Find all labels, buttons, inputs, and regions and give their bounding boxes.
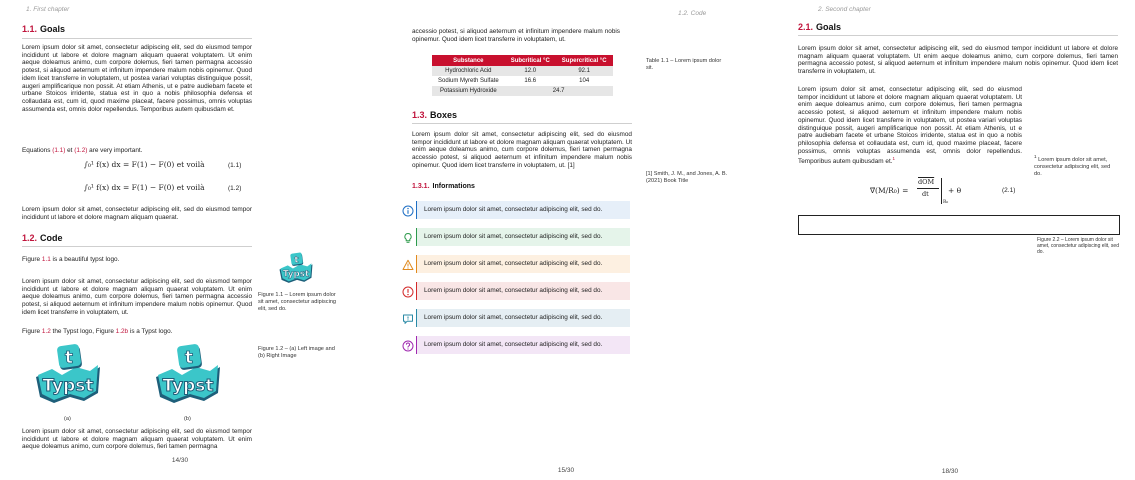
svg-text:t: t bbox=[65, 348, 73, 368]
running-header: 2. Second chapter bbox=[818, 6, 871, 13]
equation-frac-top: dOM bbox=[918, 178, 935, 186]
eq-ref-link[interactable]: (1.1) bbox=[52, 147, 65, 154]
equation-lhs: ∇⃗(M/R₀) = bbox=[870, 186, 909, 195]
svg-text:Typst: Typst bbox=[283, 270, 309, 280]
page-number: 15/30 bbox=[557, 467, 575, 474]
page-18: 2. Second chapter 2.1. Goals Lorem ipsum … bbox=[760, 0, 1135, 480]
equation-subscript: R₀ bbox=[943, 200, 949, 205]
equation-1: ∫₀¹ f(x) dx = F(1) − F(0) et voilà bbox=[84, 160, 205, 169]
callout-text: Lorem ipsum dolor sit amet, consectetur … bbox=[424, 233, 603, 240]
section-number: 1.1. bbox=[22, 24, 38, 34]
equation-number: (1.2) bbox=[228, 185, 242, 192]
callout-text: Lorem ipsum dolor sit amet, consectetur … bbox=[424, 341, 603, 348]
comment-icon bbox=[402, 312, 414, 324]
figure-intro: Figure 1.1 is a beautiful typst logo. bbox=[22, 256, 120, 263]
svg-text:Typst: Typst bbox=[162, 376, 213, 396]
svg-text:t: t bbox=[294, 255, 298, 265]
lightbulb-icon bbox=[402, 231, 414, 243]
warning-icon bbox=[402, 258, 414, 270]
error-icon bbox=[402, 285, 414, 298]
page-number: 18/30 bbox=[941, 468, 959, 475]
callout-box: Lorem ipsum dolor sit amet, consectetur … bbox=[402, 336, 630, 354]
equation-number: (1.1) bbox=[228, 162, 242, 169]
section-title: Goals bbox=[40, 24, 66, 34]
running-header: 1.2. Code bbox=[678, 10, 707, 17]
page-14: 1. First chapter 1.1. Goals Lorem ipsum d… bbox=[0, 0, 375, 480]
section-heading-boxes: 1.3. Boxes bbox=[412, 110, 458, 120]
info-icon bbox=[402, 204, 414, 217]
paragraph: Lorem ipsum dolor sit amet, consectetur … bbox=[798, 86, 1022, 166]
table-header: Subcritical °C bbox=[504, 55, 556, 66]
figure-intro-2: Figure 1.2 the Typst logo, Figure 1.2b i… bbox=[22, 328, 173, 335]
table-caption: Table 1.1 – Lorem ipsum dolor sit. bbox=[646, 58, 722, 71]
paragraph: Lorem ipsum dolor sit amet, consectetur … bbox=[22, 44, 252, 113]
equation-2: ∫₀¹ f(x) dx = F(1) − F(0) et voilà bbox=[84, 183, 205, 192]
subfigure-label: (a) bbox=[64, 416, 71, 422]
svg-text:Typst: Typst bbox=[42, 376, 93, 396]
equations-intro: Equations (1.1) et (1.2) are very import… bbox=[22, 147, 143, 154]
typst-logo-image: t Typst bbox=[32, 343, 104, 409]
equation-number: (2.1) bbox=[1002, 187, 1016, 194]
figure-ref-link[interactable]: 1.1 bbox=[42, 256, 51, 263]
subsection-heading: 1.3.1. Informations bbox=[412, 183, 475, 190]
question-icon bbox=[402, 339, 414, 352]
figure-ref-link[interactable]: 1.2b bbox=[116, 328, 128, 335]
running-header: 1. First chapter bbox=[26, 6, 70, 13]
empty-figure-box bbox=[798, 215, 1120, 235]
callout-text: Lorem ipsum dolor sit amet, consectetur … bbox=[424, 260, 603, 267]
figure-caption: Figure 2.2 – Lorem ipsum dolor sit amet,… bbox=[1037, 237, 1119, 255]
table-header: Substance bbox=[432, 55, 505, 66]
page-15: 1.2. Code accessio potest, si aliquod ae… bbox=[378, 0, 756, 480]
equation-tail: + θ bbox=[948, 186, 962, 195]
equation-frac-bottom: dt bbox=[922, 190, 929, 198]
figure-ref-link[interactable]: 1.2 bbox=[42, 328, 51, 335]
table-row: Potassium Hydroxide 24.7 bbox=[432, 86, 613, 96]
footnote: 1 Lorem ipsum dolor sit amet, consectetu… bbox=[1034, 154, 1111, 177]
paragraph: Lorem ipsum dolor sit amet, consectetur … bbox=[798, 45, 1118, 76]
svg-text:t: t bbox=[185, 348, 193, 368]
paragraph: Lorem ipsum dolor sit amet, consectetur … bbox=[22, 428, 252, 451]
section-heading-goals: 2.1. Goals bbox=[798, 22, 842, 32]
callout-text: Lorem ipsum dolor sit amet, consectetur … bbox=[424, 314, 603, 321]
callout-box: Lorem ipsum dolor sit amet, consectetur … bbox=[402, 228, 630, 246]
subfigure-label: (b) bbox=[184, 416, 191, 422]
table-row: Hydrochloric Acid 12.0 92.1 bbox=[432, 66, 613, 76]
typst-logo-image: t Typst bbox=[270, 252, 322, 286]
table-row: Sodium Myreth Sulfate 16.6 104 bbox=[432, 76, 613, 86]
callout-box: Lorem ipsum dolor sit amet, consectetur … bbox=[402, 255, 630, 273]
paragraph: Lorem ipsum dolor sit amet, consectetur … bbox=[412, 131, 632, 169]
table-header: Supercritical °C bbox=[555, 55, 613, 66]
callout-box: Lorem ipsum dolor sit amet, consectetur … bbox=[402, 201, 630, 219]
page-number: 14/30 bbox=[171, 457, 189, 464]
substance-table: Substance Subcritical °C Supercritical °… bbox=[432, 55, 613, 96]
eq-ref-link[interactable]: (1.2) bbox=[74, 147, 87, 154]
section-heading-goals: 1.1. Goals bbox=[22, 24, 65, 34]
figure-caption: Figure 1.1 – Lorem ipsum dolor sit amet,… bbox=[258, 292, 337, 312]
callout-text: Lorem ipsum dolor sit amet, consectetur … bbox=[424, 206, 603, 213]
figure-caption: Figure 1.2 – (a) Left image and (b) Righ… bbox=[258, 346, 335, 359]
paragraph: Lorem ipsum dolor sit amet, consectetur … bbox=[22, 278, 252, 316]
section-heading-code: 1.2. Code bbox=[22, 233, 63, 243]
typst-logo-image: t Typst bbox=[152, 343, 224, 409]
callout-text: Lorem ipsum dolor sit amet, consectetur … bbox=[424, 287, 603, 294]
callout-box: Lorem ipsum dolor sit amet, consectetur … bbox=[402, 309, 630, 327]
callout-box: Lorem ipsum dolor sit amet, consectetur … bbox=[402, 282, 630, 300]
paragraph: accessio potest, si aliquod aeternum et … bbox=[412, 28, 620, 43]
footnote-marker[interactable]: 1 bbox=[893, 156, 896, 161]
citation: [1] Smith, J. M., and Jones, A. B. (2021… bbox=[646, 171, 728, 184]
paragraph: Lorem ipsum dolor sit amet, consectetur … bbox=[22, 206, 252, 221]
